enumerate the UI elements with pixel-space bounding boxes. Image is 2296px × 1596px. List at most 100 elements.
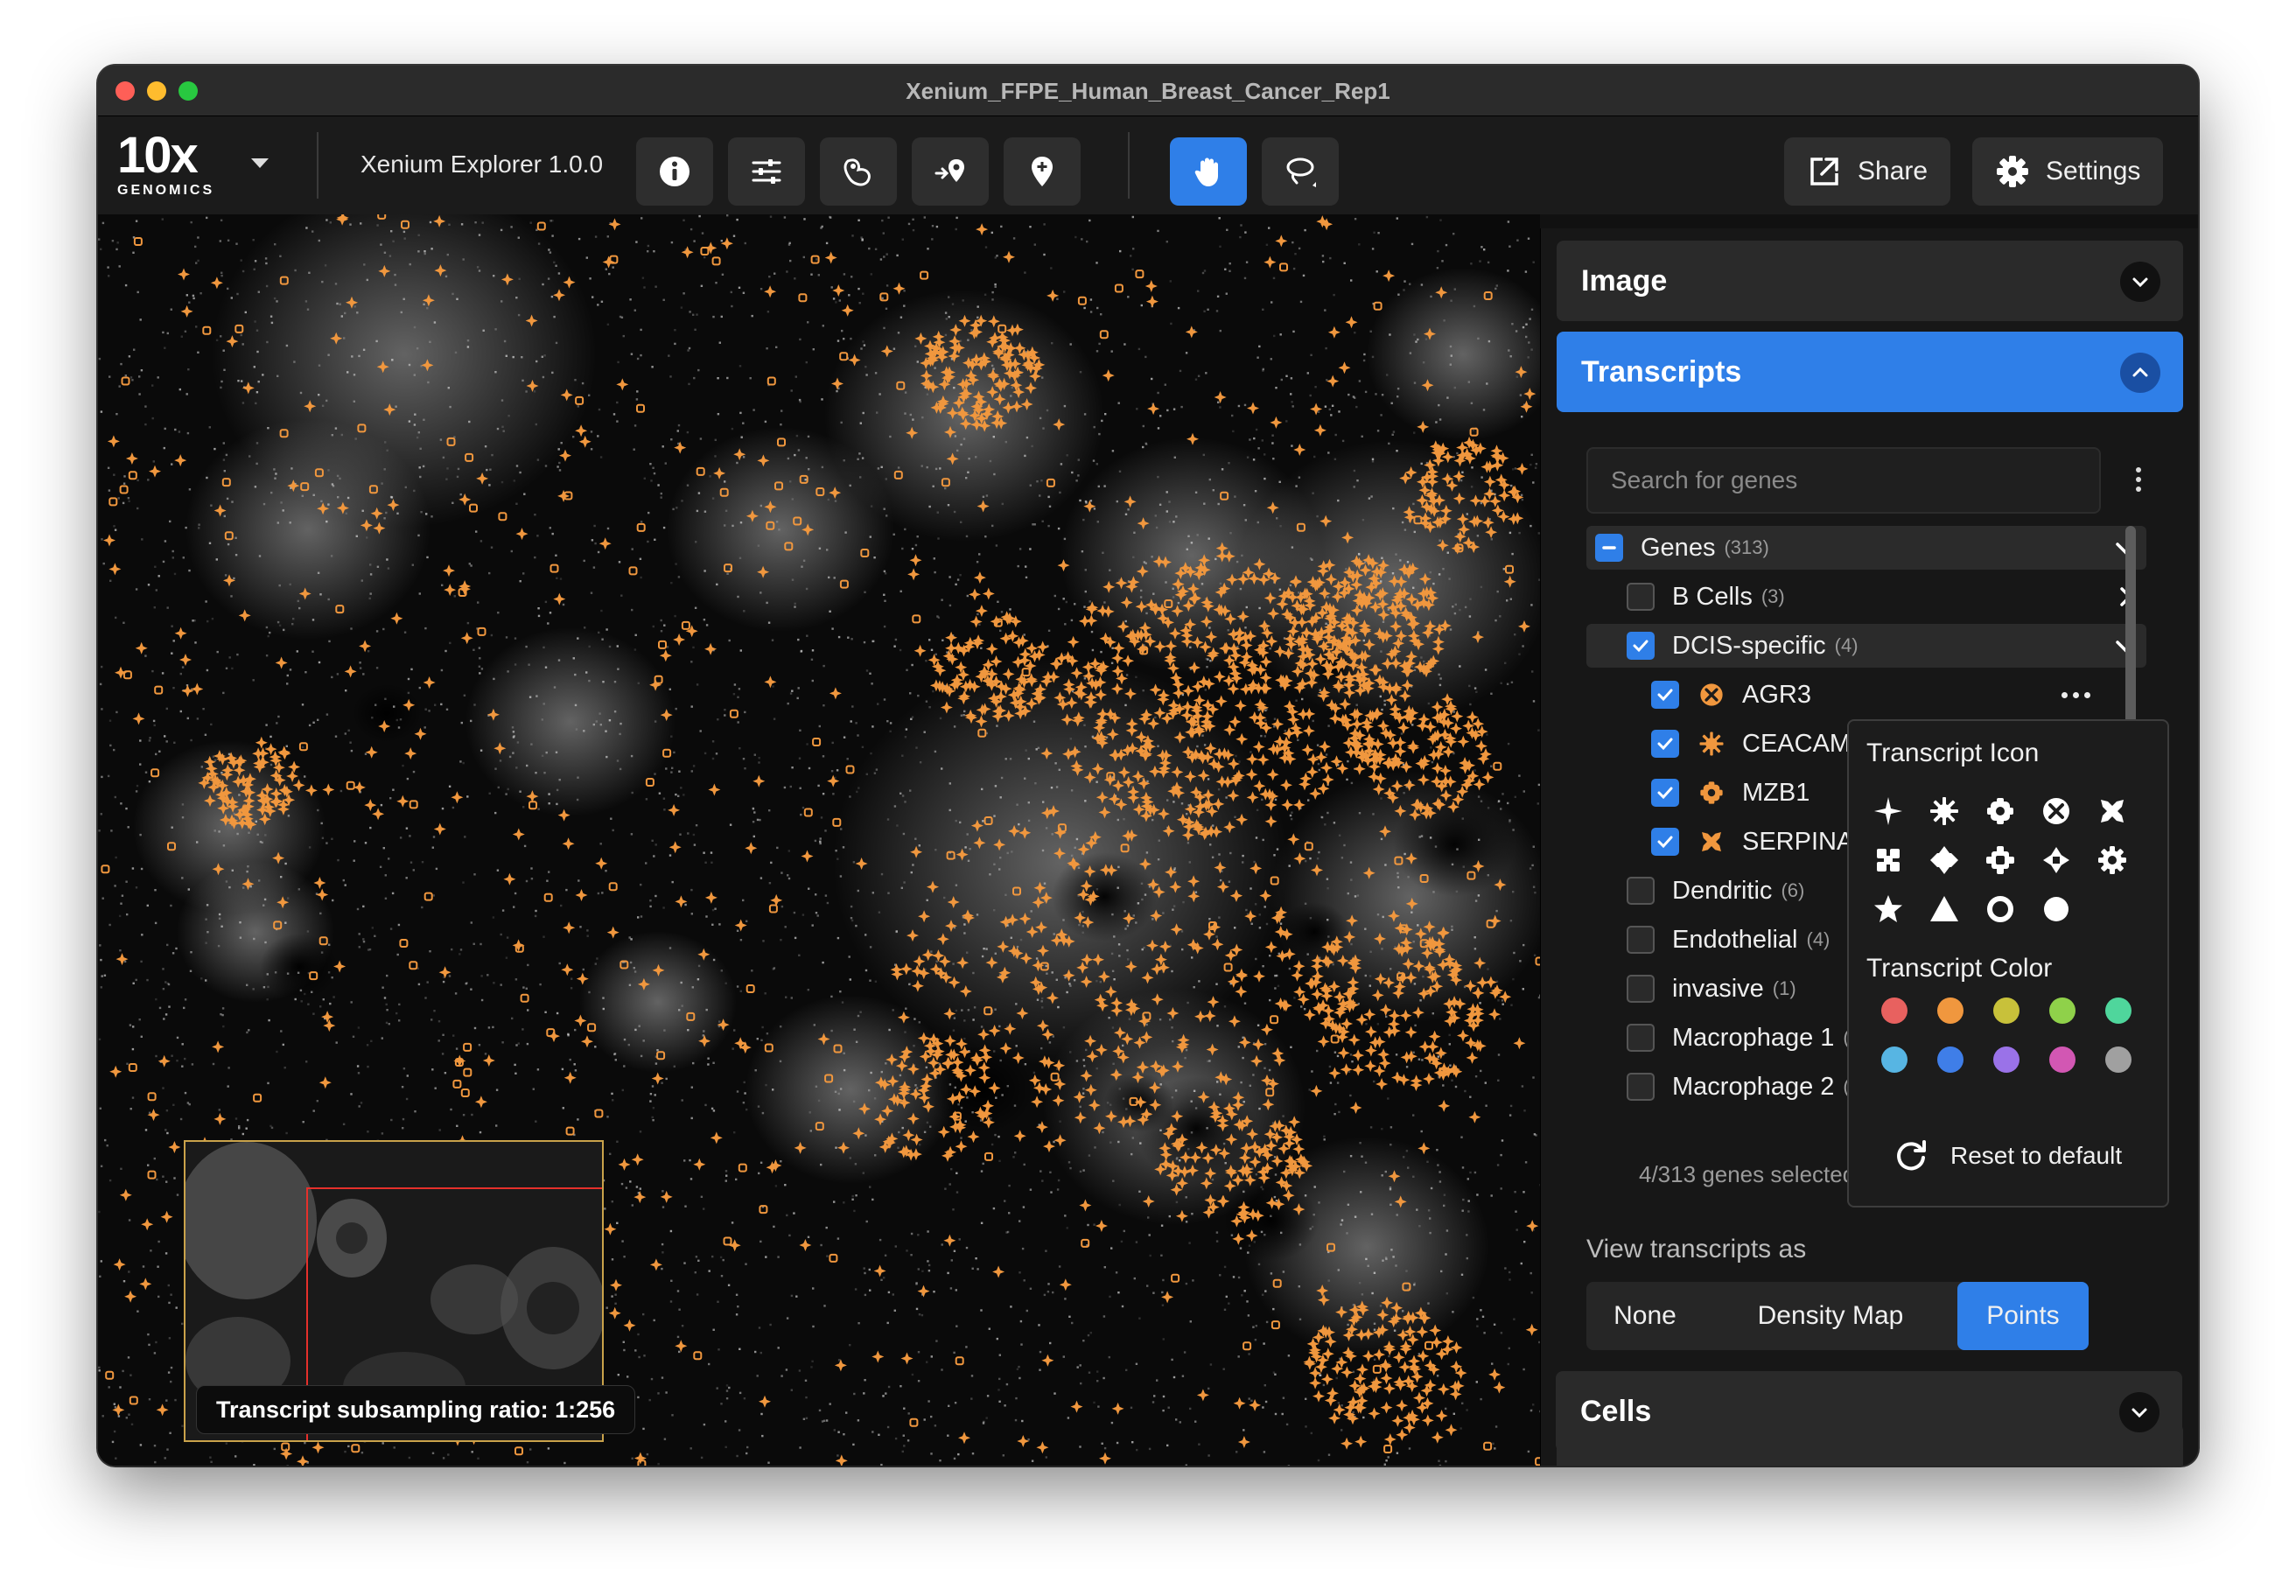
color-swatch[interactable] bbox=[1881, 1046, 1908, 1073]
share-icon bbox=[1810, 158, 1838, 186]
x-circle-icon[interactable] bbox=[2034, 789, 2078, 833]
color-swatch[interactable] bbox=[2105, 998, 2132, 1024]
gene-count: (6) bbox=[1781, 879, 1805, 901]
share-label: Share bbox=[1858, 157, 1928, 186]
transcript-style-popover: Transcript Icon Transcript Color Reset t… bbox=[1847, 719, 2169, 1208]
view-mode-none-button[interactable]: None bbox=[1586, 1282, 1704, 1350]
settings-label: Settings bbox=[2046, 157, 2141, 186]
sun-icon[interactable] bbox=[1922, 789, 1966, 833]
gene-label: Macrophage 1 bbox=[1672, 1023, 1835, 1052]
color-swatch[interactable] bbox=[1881, 998, 1908, 1024]
gene-checkbox[interactable] bbox=[1651, 828, 1679, 856]
gene-label: invasive bbox=[1672, 974, 1764, 1003]
adjustments-button[interactable] bbox=[728, 137, 805, 206]
gene-count: (313) bbox=[1724, 536, 1769, 558]
color-swatch[interactable] bbox=[2049, 998, 2076, 1024]
more-options-icon[interactable] bbox=[2125, 458, 2152, 501]
gene-tree-row[interactable]: B Cells (3) bbox=[1586, 575, 2146, 619]
triangle-icon[interactable] bbox=[1922, 887, 1966, 931]
x-bold-icon[interactable] bbox=[2090, 789, 2134, 833]
logo-menu-caret-icon[interactable] bbox=[251, 158, 269, 168]
transcript-color-title: Transcript Color bbox=[1866, 954, 2053, 983]
transcripts-section-title: Transcripts bbox=[1581, 355, 1742, 388]
lasso-tool-button[interactable] bbox=[1262, 137, 1339, 206]
reset-icon bbox=[1897, 1140, 1926, 1171]
gene-label: AGR3 bbox=[1742, 680, 1811, 709]
info-button[interactable] bbox=[636, 137, 713, 206]
gene-checkbox[interactable] bbox=[1651, 730, 1679, 758]
x-circle-icon bbox=[1697, 680, 1726, 710]
pan-tool-button[interactable] bbox=[1170, 137, 1247, 206]
chevron-down-icon[interactable] bbox=[2120, 262, 2160, 302]
app-window: Xenium_FFPE_Human_Breast_Cancer_Rep1 10x… bbox=[98, 66, 2198, 1466]
color-swatch[interactable] bbox=[1937, 1046, 1964, 1073]
sun-icon bbox=[1697, 729, 1726, 759]
navigate-to-location-button[interactable] bbox=[912, 137, 989, 206]
gene-checkbox[interactable] bbox=[1651, 779, 1679, 807]
genes-selected-count: 4/313 genes selected bbox=[1639, 1161, 1856, 1187]
sliders-icon bbox=[752, 159, 781, 184]
app-version: Xenium Explorer 1.0.0 bbox=[360, 150, 604, 178]
gear-square-icon bbox=[1697, 778, 1726, 808]
reset-to-default-button[interactable]: Reset to default bbox=[1893, 1138, 2122, 1174]
color-swatch[interactable] bbox=[1937, 998, 1964, 1024]
logo-main-text: 10x bbox=[117, 127, 199, 184]
info-icon bbox=[660, 157, 690, 186]
gene-label: Genes bbox=[1641, 533, 1716, 562]
gene-label: Macrophage 2 bbox=[1672, 1072, 1835, 1101]
color-swatch[interactable] bbox=[2049, 1046, 2076, 1073]
view-transcripts-as-label: View transcripts as bbox=[1586, 1235, 1807, 1264]
map-pin-plus-icon bbox=[1032, 157, 1053, 186]
gene-label: MZB1 bbox=[1742, 778, 1810, 807]
region-button[interactable] bbox=[820, 137, 897, 206]
image-section-header[interactable]: Image bbox=[1557, 241, 2183, 321]
gene-label: B Cells bbox=[1672, 582, 1753, 611]
gene-checkbox[interactable] bbox=[1627, 1073, 1655, 1101]
cross-icon[interactable] bbox=[1922, 838, 1966, 882]
cog-square-icon[interactable] bbox=[1978, 838, 2022, 882]
gene-more-options-icon[interactable] bbox=[2054, 680, 2097, 710]
gene-checkbox[interactable] bbox=[1627, 632, 1655, 660]
gene-tree-row[interactable]: AGR3 bbox=[1586, 673, 2146, 717]
gene-checkbox[interactable] bbox=[1627, 583, 1655, 611]
chevron-up-icon[interactable] bbox=[2120, 353, 2160, 393]
view-mode-points-button[interactable]: Points bbox=[1957, 1282, 2089, 1350]
view-mode-density-map-button[interactable]: Density Map bbox=[1704, 1282, 1957, 1350]
four-square-icon[interactable] bbox=[1866, 838, 1910, 882]
logo-sub-text: GENOMICS bbox=[117, 183, 215, 198]
sparkle-icon[interactable] bbox=[1866, 789, 1910, 833]
gene-checkbox[interactable] bbox=[1595, 534, 1623, 562]
gear-square-icon[interactable] bbox=[1978, 789, 2022, 833]
settings-button[interactable]: Settings bbox=[1972, 137, 2164, 206]
arrows-in-icon[interactable] bbox=[2034, 838, 2078, 882]
reset-label: Reset to default bbox=[1950, 1142, 2123, 1169]
subsampling-ratio-label: Transcript subsampling ratio: 1:256 bbox=[196, 1385, 636, 1434]
cells-section-header[interactable]: Cells bbox=[1556, 1371, 2182, 1452]
gene-label: Dendritic bbox=[1672, 876, 1773, 905]
share-button[interactable]: Share bbox=[1784, 137, 1951, 206]
tissue-viewer[interactable]: Transcript subsampling ratio: 1:256 bbox=[98, 214, 1540, 1466]
color-swatch[interactable] bbox=[2105, 1046, 2132, 1073]
color-swatch[interactable] bbox=[1993, 998, 2020, 1024]
add-pin-button[interactable] bbox=[1004, 137, 1081, 206]
gene-tree-row[interactable]: Genes (313) bbox=[1586, 526, 2146, 570]
dot-icon[interactable] bbox=[2034, 887, 2078, 931]
gene-checkbox[interactable] bbox=[1651, 681, 1679, 709]
cog-icon[interactable] bbox=[2090, 838, 2134, 882]
gene-search-input[interactable]: Search for genes bbox=[1586, 447, 2101, 514]
color-swatch[interactable] bbox=[1993, 1046, 2020, 1073]
lasso-icon bbox=[1286, 158, 1316, 187]
toolbar-divider bbox=[317, 132, 318, 199]
gene-tree-row[interactable]: DCIS-specific (4) bbox=[1586, 624, 2146, 668]
chevron-down-icon[interactable] bbox=[2119, 1392, 2160, 1432]
gene-checkbox[interactable] bbox=[1627, 1024, 1655, 1052]
gear-icon bbox=[1997, 156, 2028, 187]
gene-label: DCIS-specific bbox=[1672, 631, 1826, 660]
gene-checkbox[interactable] bbox=[1627, 877, 1655, 905]
gene-count: (4) bbox=[1834, 634, 1858, 656]
gene-checkbox[interactable] bbox=[1627, 926, 1655, 954]
gene-checkbox[interactable] bbox=[1627, 975, 1655, 1003]
star-icon[interactable] bbox=[1866, 887, 1910, 931]
ring-icon[interactable] bbox=[1978, 887, 2022, 931]
transcripts-section-header[interactable]: Transcripts bbox=[1557, 332, 2183, 412]
